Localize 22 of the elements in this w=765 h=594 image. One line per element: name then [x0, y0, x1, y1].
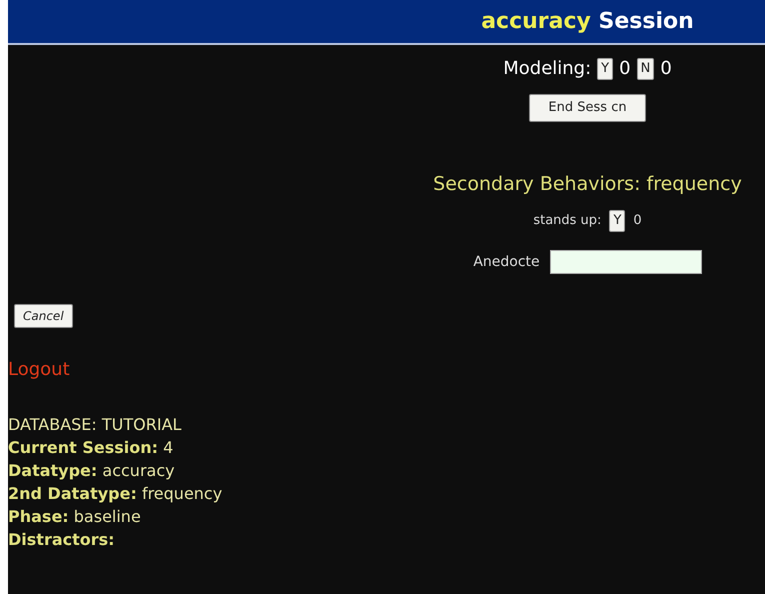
info-line: Distractors:	[8, 529, 116, 551]
anecdote-label: Anedocte	[473, 252, 540, 272]
end-session-button[interactable]: End Sess cn	[529, 94, 646, 122]
info-line: DATABASE: TUTORIAL	[8, 414, 182, 436]
info-line: Current Session: 4	[8, 437, 174, 459]
response-button[interactable]: Y	[597, 58, 614, 80]
behavior-label: stands up:	[533, 212, 602, 230]
session-title: Session	[598, 9, 694, 34]
response-button[interactable]: Y	[609, 210, 626, 232]
modeling-label: Modeling:	[503, 57, 592, 81]
datatype-title: accuracy	[481, 9, 591, 34]
count-value: 0	[619, 57, 631, 81]
secondary-behaviors-heading: Secondary Behaviors: frequency	[432, 172, 743, 196]
response-button[interactable]: N	[636, 58, 654, 80]
anecdote-field[interactable]	[550, 250, 702, 274]
count-value: 0	[660, 57, 672, 81]
count-value: 0	[633, 212, 642, 230]
info-line: 2nd Datatype: frequency	[8, 483, 224, 505]
cancel-button[interactable]: Cancel	[14, 304, 73, 328]
info-line: Phase: baseline	[8, 506, 142, 528]
info-line: Datatype: accuracy	[8, 460, 176, 482]
logout-link[interactable]: Logout	[8, 356, 765, 383]
